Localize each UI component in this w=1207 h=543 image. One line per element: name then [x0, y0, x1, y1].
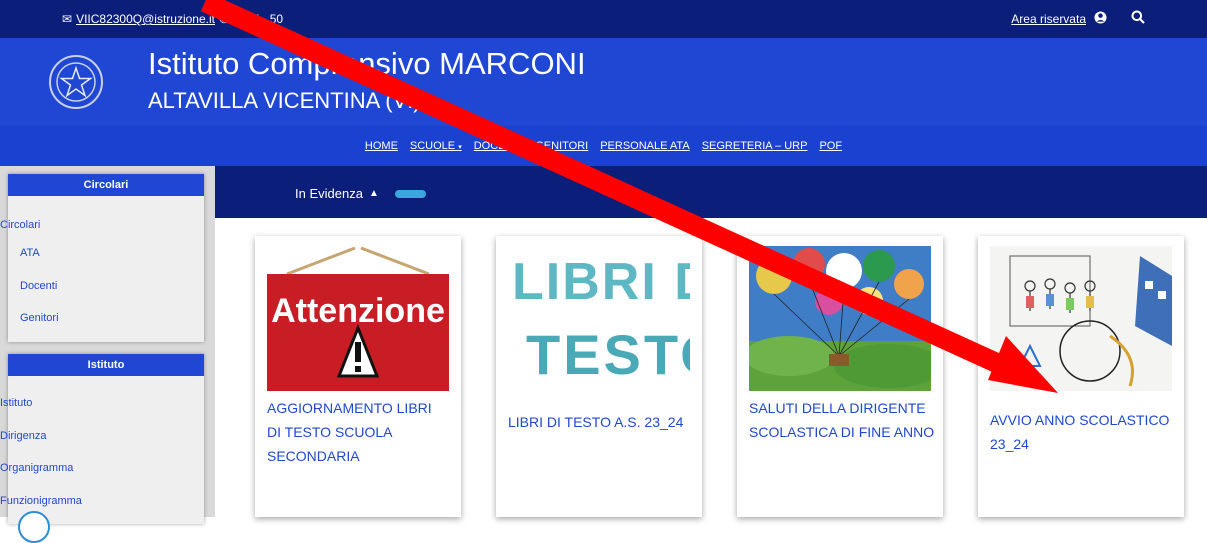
top-bar: ✉ VIIC82300Q@istruzione.it ✆ 0444...50 A… — [0, 0, 1207, 38]
sidebar-item-dirigenza[interactable]: Dirigenza — [0, 430, 46, 442]
nav-home[interactable]: HOME — [365, 140, 398, 152]
card-title[interactable]: SALUTI DELLA DIRIGENTE SCOLASTICA DI FIN… — [749, 396, 949, 444]
in-evidenza-label: In Evidenza — [295, 186, 363, 201]
sidebar: Circolari Circolari ATA Docenti Genitori… — [0, 166, 215, 543]
card-image-drawing-children[interactable] — [990, 246, 1172, 391]
site-header: Istituto Comprensivo MARCONI ALTAVILLA V… — [0, 38, 1207, 126]
circolari-header: Circolari — [8, 174, 204, 196]
email-link[interactable]: VIIC82300Q@istruzione.it — [76, 12, 215, 26]
news-card[interactable]: Attenzione AGGIORNAMENTO LIBRI DI TESTO … — [255, 236, 461, 517]
card-title[interactable]: AVVIO ANNO SCOLASTICO 23_24 — [990, 408, 1170, 456]
nav-docenti[interactable]: DOCENTI — [474, 140, 524, 152]
site-subtitle: ALTAVILLA VICENTINA (VI) — [148, 88, 421, 113]
nav-personale-ata[interactable]: PERSONALE ATA — [600, 140, 689, 152]
chevron-up-icon: ▲ — [368, 188, 379, 199]
card-image-attenzione[interactable]: Attenzione — [267, 246, 449, 391]
nav-scuole-label: SCUOLE — [409, 140, 456, 152]
phone-number: 0444...50 — [233, 12, 284, 26]
sidebar-item-ata[interactable]: ATA — [20, 247, 40, 259]
news-card[interactable]: SALUTI DELLA DIRIGENTE SCOLASTICA DI FIN… — [737, 236, 943, 517]
user-icon[interactable] — [1094, 10, 1107, 27]
top-right-tools: Area riservata — [1011, 10, 1145, 27]
nav-pof[interactable]: POF — [819, 140, 842, 152]
search-icon[interactable] — [1131, 10, 1145, 27]
libri-text-line1: LIBRI D — [512, 253, 690, 311]
card-image-drawing-balloons[interactable] — [749, 246, 931, 391]
nav-scuole[interactable]: SCUOLE ▾ — [410, 140, 462, 152]
in-evidenza-toggle[interactable]: In Evidenza ▲ Vedi tutto — [295, 186, 426, 201]
card-image-libri-testo[interactable]: LIBRI D TESTO — [508, 246, 690, 391]
nav-segreteria[interactable]: SEGRETERIA – URP — [702, 140, 808, 152]
news-card[interactable]: AVVIO ANNO SCOLASTICO 23_24 — [978, 236, 1184, 517]
emblem-logo[interactable] — [48, 54, 104, 110]
card-title[interactable]: AGGIORNAMENTO LIBRI DI TESTO SCUOLA SECO… — [267, 396, 447, 468]
istituto-header: Istituto — [8, 354, 204, 376]
phone-icon: ✆ — [218, 12, 230, 26]
site-title[interactable]: Istituto Comprensivo MARCONI — [148, 46, 586, 82]
sidebar-item-genitori[interactable]: Genitori — [20, 312, 59, 324]
attenzione-sign-text: Attenzione — [271, 292, 445, 330]
nav-genitori[interactable]: GENITORI — [535, 140, 588, 152]
mail-icon: ✉ — [62, 12, 73, 26]
sidebar-item-circolari[interactable]: Circolari — [0, 219, 40, 231]
main-nav: HOME SCUOLE ▾ DOCENTI GENITORI PERSONALE… — [0, 126, 1207, 166]
sidebar-item-organigramma[interactable]: Organigramma — [0, 462, 73, 474]
vedi-tutto-badge[interactable]: Vedi tutto — [394, 189, 426, 198]
caret-down-icon: ▾ — [458, 144, 462, 151]
news-card[interactable]: LIBRI D TESTO LIBRI DI TESTO A.S. 23_24 — [496, 236, 702, 517]
sidebar-item-istituto[interactable]: Istituto — [0, 397, 32, 409]
sidebar-item-docenti[interactable]: Docenti — [20, 280, 57, 292]
card-title[interactable]: LIBRI DI TESTO A.S. 23_24 — [508, 410, 688, 434]
contact-info: ✉ VIIC82300Q@istruzione.it ✆ 0444...50 — [62, 12, 283, 26]
reserved-area-link[interactable]: Area riservata — [1011, 12, 1086, 26]
accessibility-icon[interactable] — [18, 511, 50, 543]
sidebar-item-funzionigramma[interactable]: Funzionigramma — [0, 495, 82, 507]
libri-text-line2: TESTO — [526, 323, 690, 386]
in-evidenza-bar: In Evidenza ▲ Vedi tutto — [215, 166, 1207, 218]
